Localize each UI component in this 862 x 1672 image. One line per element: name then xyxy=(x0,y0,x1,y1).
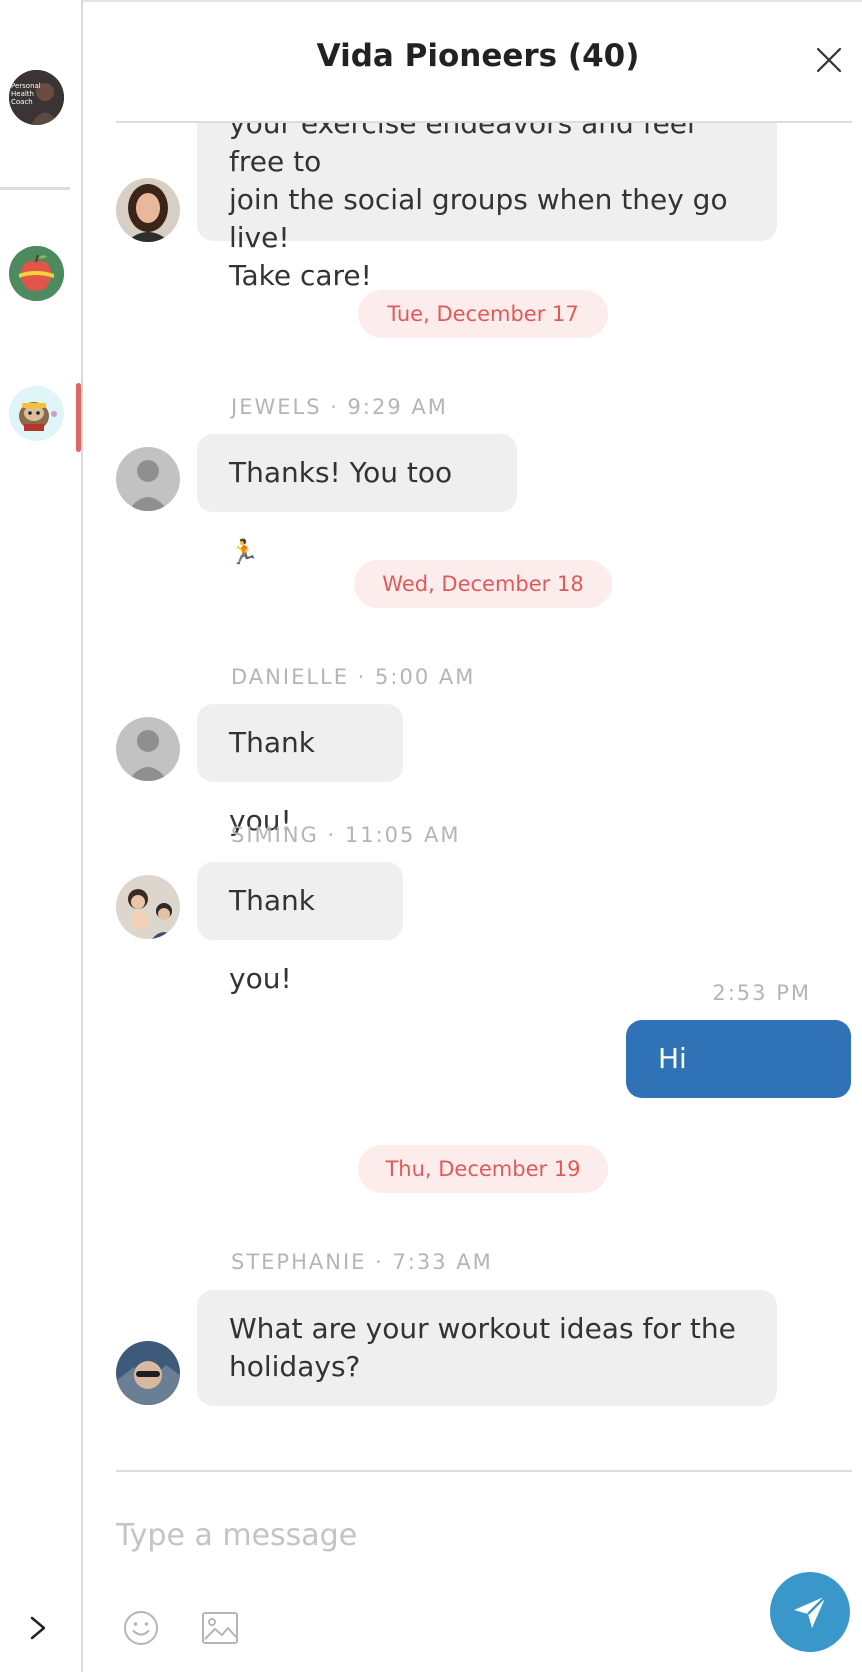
composer-divider xyxy=(116,1470,852,1472)
image-upload-button[interactable] xyxy=(200,1608,240,1648)
message-text: Hi everyone xyxy=(658,1042,790,1153)
message-line: What are your workout ideas for the xyxy=(229,1312,736,1345)
message-bubble: Thank you! xyxy=(197,862,403,995)
message-text: Thank you! xyxy=(229,884,315,995)
message-sender: JEWELS · 9:29 AM xyxy=(231,395,448,419)
date-separator: Wed, December 18 xyxy=(354,560,612,608)
running-emoji: 🏃 xyxy=(229,538,259,566)
message-input[interactable] xyxy=(116,1510,756,1560)
my-message-bubble: Hi everyone xyxy=(626,1020,851,1153)
message-sender: DANIELLE · 5:00 AM xyxy=(231,665,476,689)
message-bubble: Thank you! xyxy=(197,704,403,837)
sloth-mascot-icon xyxy=(9,386,64,441)
apple-icon xyxy=(9,246,64,301)
avatar[interactable] xyxy=(116,1341,180,1405)
message-text: Thanks! You too xyxy=(229,456,453,489)
message-time: 2:53 PM xyxy=(712,981,811,1005)
coach-avatar-photo xyxy=(116,178,180,242)
date-separator: Thu, December 19 xyxy=(358,1145,608,1193)
avatar[interactable] xyxy=(116,447,180,511)
emoji-button[interactable] xyxy=(121,1608,161,1648)
chevron-right-icon xyxy=(30,1616,46,1640)
chat-header: Vida Pioneers (40) xyxy=(83,0,862,122)
message-line: join the social groups when they go live… xyxy=(229,183,728,254)
message-bubble: your exercise endeavors and feel free to… xyxy=(197,123,777,292)
stephanie-photo-avatar xyxy=(116,1341,180,1405)
nutrition-group-avatar[interactable] xyxy=(9,246,64,301)
family-photo-avatar xyxy=(116,875,180,939)
avatar[interactable] xyxy=(116,875,180,939)
message-line: holidays? xyxy=(229,1350,361,1383)
group-title: Vida Pioneers (40) xyxy=(316,38,640,74)
message-sender: SIMING · 11:05 AM xyxy=(231,823,461,847)
message-list[interactable]: your exercise endeavors and feel free to… xyxy=(83,123,862,1469)
conversation-sidebar: Personal Health Coach xyxy=(0,0,83,1672)
default-avatar-icon xyxy=(116,447,180,511)
message-line: your exercise endeavors and feel free to xyxy=(229,123,695,178)
message-bubble: What are your workout ideas for the holi… xyxy=(197,1290,777,1406)
sidebar-divider xyxy=(0,187,70,190)
send-button[interactable] xyxy=(770,1572,850,1652)
active-conversation-indicator xyxy=(76,383,81,452)
date-separator: Tue, December 17 xyxy=(358,290,608,338)
avatar[interactable] xyxy=(116,717,180,781)
coach-label: Personal Health Coach xyxy=(11,82,41,106)
message-bubble: Thanks! You too 🏃 xyxy=(197,434,517,566)
close-icon xyxy=(816,47,842,73)
close-button[interactable] xyxy=(809,40,849,80)
message-text: Thank you! xyxy=(229,726,315,837)
image-icon xyxy=(202,1612,238,1644)
coach-conversation-avatar[interactable]: Personal Health Coach xyxy=(9,70,64,125)
message-sender: STEPHANIE · 7:33 AM xyxy=(231,1250,493,1274)
default-avatar-icon xyxy=(116,717,180,781)
smiley-icon xyxy=(124,1611,158,1645)
avatar[interactable] xyxy=(116,178,180,242)
expand-sidebar-button[interactable] xyxy=(22,1608,52,1648)
paper-plane-icon xyxy=(794,1595,827,1628)
vida-pioneers-group-avatar[interactable] xyxy=(9,386,64,441)
